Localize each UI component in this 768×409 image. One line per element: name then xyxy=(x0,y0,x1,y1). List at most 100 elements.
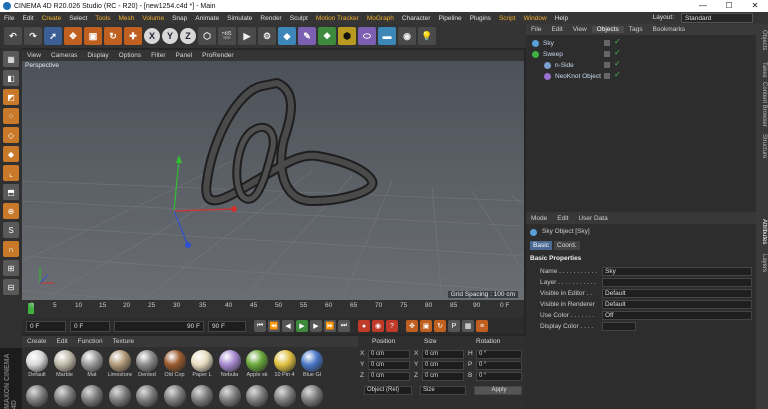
position-field[interactable]: 0 cm xyxy=(368,361,410,370)
texture-mode-icon[interactable]: ◩ xyxy=(3,89,19,105)
material-item[interactable]: Default xyxy=(25,350,49,378)
prev-key-icon[interactable]: ⏪ xyxy=(268,320,280,332)
visibility-toggle[interactable] xyxy=(604,62,610,68)
next-key-icon[interactable]: ⏩ xyxy=(324,320,336,332)
subdivision-icon[interactable]: ❖ xyxy=(318,27,336,45)
rotation-field[interactable]: 0 ° xyxy=(476,361,522,370)
viewport-menu-panel[interactable]: Panel xyxy=(171,52,198,59)
rotation-field[interactable]: 0 ° xyxy=(476,350,522,359)
attribute-value[interactable]: Default xyxy=(602,300,752,309)
light-icon[interactable]: 💡 xyxy=(418,27,436,45)
viewport-menu-options[interactable]: Options xyxy=(114,52,146,59)
objects-menu-bookmarks[interactable]: Bookmarks xyxy=(647,26,690,33)
pla-key-icon[interactable]: ▦ xyxy=(462,320,474,332)
menu-snap[interactable]: Snap xyxy=(168,15,191,22)
material-item[interactable] xyxy=(53,385,77,407)
timeline-ruler[interactable]: 0 5 10 15 20 25 30 35 40 45 50 55 60 65 … xyxy=(22,300,524,318)
attr-menu-edit[interactable]: Edit xyxy=(552,215,573,222)
object-row[interactable]: NeoKnot Object xyxy=(544,71,601,82)
y-axis-icon[interactable]: Y xyxy=(162,28,178,44)
end-frame-field[interactable]: 90 F xyxy=(208,320,246,332)
visibility-toggle[interactable] xyxy=(604,73,610,79)
material-item[interactable] xyxy=(218,385,242,407)
x-axis-icon[interactable]: X xyxy=(144,28,160,44)
keyframe-selection-icon[interactable]: ? xyxy=(386,320,398,332)
viewport[interactable]: Perspective Grid Spacing : 100 cm xyxy=(22,61,524,300)
enabled-check-icon[interactable]: ✓ xyxy=(614,70,621,79)
attribute-value[interactable] xyxy=(602,278,752,287)
side-tab-objects[interactable]: Objects xyxy=(757,30,767,50)
timeline-menu-icon[interactable]: ≡ xyxy=(476,320,488,332)
menu-motion-tracker[interactable]: Motion Tracker xyxy=(312,15,363,22)
material-item[interactable] xyxy=(108,385,132,407)
rotation-key-icon[interactable]: ↻ xyxy=(434,320,446,332)
menu-volume[interactable]: Volume xyxy=(138,15,168,22)
material-item[interactable] xyxy=(163,385,187,407)
enabled-check-icon[interactable]: ✓ xyxy=(614,59,621,68)
apply-button[interactable]: Apply xyxy=(474,386,522,395)
material-item[interactable] xyxy=(190,385,214,407)
position-key-icon[interactable]: ✥ xyxy=(406,320,418,332)
model-mode-icon[interactable]: ◧ xyxy=(3,70,19,86)
position-field[interactable]: 0 cm xyxy=(368,350,410,359)
coordinate-system-icon[interactable]: ⬡ xyxy=(198,27,216,45)
side-tab-content-browser[interactable]: Content Browser xyxy=(757,82,767,127)
goto-end-icon[interactable]: ⏭ xyxy=(338,320,350,332)
material-item[interactable]: Blue Gl xyxy=(300,350,324,378)
viewport-menu-view[interactable]: View xyxy=(22,52,46,59)
material-item[interactable]: Limestone xyxy=(108,350,132,378)
enable-axis-icon[interactable]: ⊕ xyxy=(3,203,19,219)
menu-animate[interactable]: Animate xyxy=(191,15,223,22)
layout-select[interactable]: Standard xyxy=(681,13,753,23)
scale-tool-icon[interactable]: ▣ xyxy=(84,27,102,45)
edges-mode-icon[interactable]: ◇ xyxy=(3,127,19,143)
material-item[interactable]: Nebula xyxy=(218,350,242,378)
pen-icon[interactable]: ✎ xyxy=(298,27,316,45)
frame-range-slider[interactable]: 90 F xyxy=(114,320,204,332)
snap-icon[interactable]: S xyxy=(3,222,19,238)
render-picture-viewer-icon[interactable]: ▶ xyxy=(238,27,256,45)
array-icon[interactable]: ⬢ xyxy=(338,27,356,45)
size-field[interactable]: 0 cm xyxy=(422,350,464,359)
move-tool-icon[interactable]: ✥ xyxy=(64,27,82,45)
material-item[interactable] xyxy=(300,385,324,407)
attr-tab-coord[interactable]: Coord. xyxy=(554,241,580,250)
menu-render[interactable]: Render xyxy=(256,15,285,22)
axis-mode-icon[interactable]: ⌞ xyxy=(3,165,19,181)
enabled-check-icon[interactable]: ✓ xyxy=(614,48,621,57)
cube-icon[interactable]: ◆ xyxy=(278,27,296,45)
objects-menu-edit[interactable]: Edit xyxy=(546,26,567,33)
make-editable-icon[interactable]: ▦ xyxy=(3,51,19,67)
attribute-value[interactable]: Default xyxy=(602,289,752,298)
undo-icon[interactable]: ↶ xyxy=(4,27,22,45)
menu-create[interactable]: Create xyxy=(38,15,66,22)
size-field[interactable]: 0 cm xyxy=(422,361,464,370)
menu-edit[interactable]: Edit xyxy=(18,15,37,22)
side-tab-structure[interactable]: Structure xyxy=(757,134,767,158)
points-mode-icon[interactable]: ⁘ xyxy=(3,108,19,124)
material-item[interactable]: 10 Pin 4 xyxy=(273,350,297,378)
attribute-value[interactable] xyxy=(602,322,636,331)
floor-icon[interactable]: ▬ xyxy=(378,27,396,45)
play-icon[interactable]: ▶ xyxy=(296,320,308,332)
maximize-button[interactable]: ☐ xyxy=(716,0,742,12)
record-icon[interactable]: ● xyxy=(358,320,370,332)
viewport-menu-filter[interactable]: Filter xyxy=(146,52,170,59)
material-item[interactable]: Marble xyxy=(53,350,77,378)
objects-menu-view[interactable]: View xyxy=(568,26,592,33)
menu-file[interactable]: File xyxy=(0,15,18,22)
rotate-tool-icon[interactable]: ↻ xyxy=(104,27,122,45)
grid-icon[interactable]: ⊞ xyxy=(3,260,19,276)
menu-script[interactable]: Script xyxy=(495,15,520,22)
side-tab-takes[interactable]: Takes xyxy=(757,62,767,78)
magnet-icon[interactable]: ∩ xyxy=(3,241,19,257)
menu-window[interactable]: Window xyxy=(520,15,551,22)
render-settings-icon[interactable]: ⚙ xyxy=(258,27,276,45)
menu-simulate[interactable]: Simulate xyxy=(223,15,256,22)
menu-tools[interactable]: Tools xyxy=(91,15,114,22)
size-mode-select[interactable]: Size xyxy=(420,386,466,395)
minimize-button[interactable]: — xyxy=(690,0,716,12)
material-item[interactable] xyxy=(273,385,297,407)
size-field[interactable]: 0 cm xyxy=(422,372,464,381)
menu-character[interactable]: Character xyxy=(398,15,435,22)
